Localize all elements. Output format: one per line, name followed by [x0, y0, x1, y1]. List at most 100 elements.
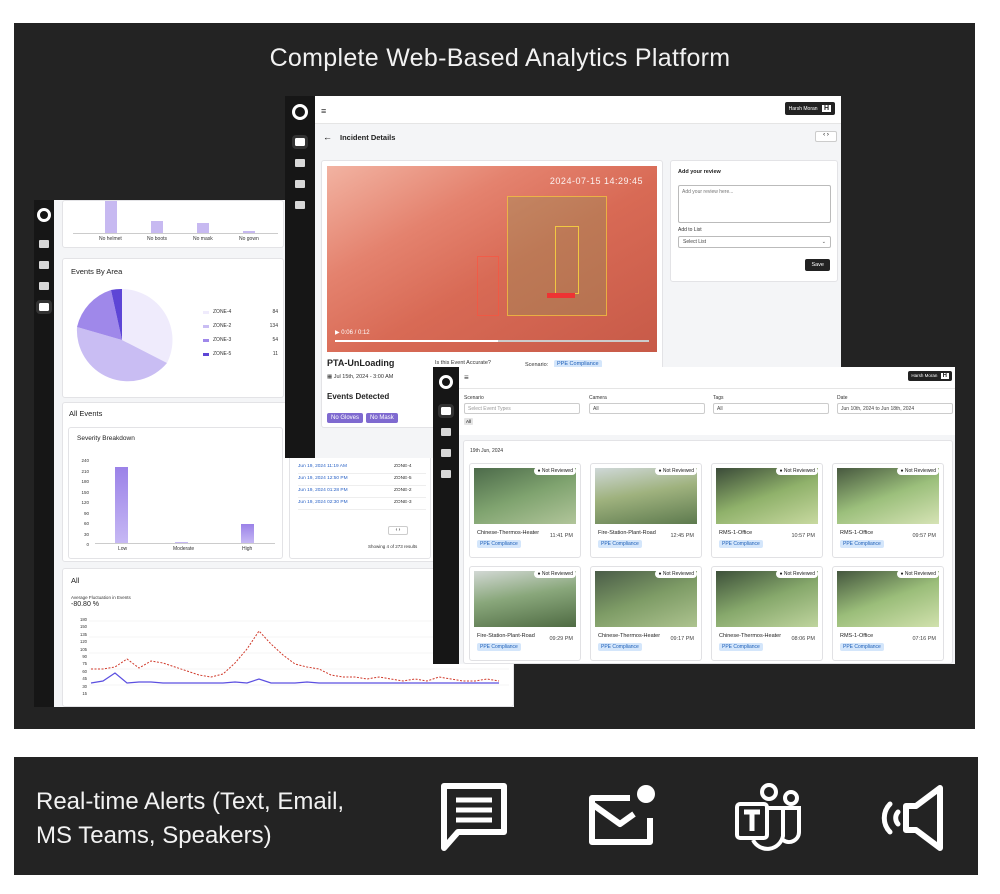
- y-tick-label: 0: [86, 542, 89, 547]
- review-status-badge: ● Not Reviewed: [655, 467, 697, 475]
- alert-icon[interactable]: [292, 135, 308, 149]
- bar: [151, 221, 163, 233]
- camera-name: RMS-1-Office: [840, 530, 874, 536]
- event-time: 09:57 PM: [912, 533, 936, 539]
- bar-label: No mask: [193, 236, 213, 242]
- camera-snapshot: [716, 571, 818, 627]
- event-tile[interactable]: ● Not Reviewed RMS-1-Office 09:57 PM PPE Co…: [832, 463, 944, 558]
- scenario-chip: PPE Compliance: [840, 540, 884, 548]
- event-link[interactable]: Jun 19, 2024 11:19 AM: [298, 464, 347, 469]
- review-input[interactable]: [678, 185, 831, 223]
- bar: [105, 201, 117, 233]
- avatar: H: [821, 105, 831, 112]
- alerts-description: Real-time Alerts (Text, Email, MS Teams,…: [36, 788, 345, 849]
- review-status-badge: ● Not Reviewed: [776, 570, 818, 578]
- scenario-select[interactable]: Select Event Types: [464, 403, 580, 414]
- user-badge[interactable]: Harsh Moran H: [908, 371, 952, 381]
- analytics-icon[interactable]: [441, 470, 451, 478]
- table-row[interactable]: Jun 19, 2024 02:30 PM ZONE-3: [298, 498, 426, 510]
- camera-icon[interactable]: [39, 261, 49, 269]
- avatar: H: [940, 373, 949, 379]
- event-link[interactable]: Jun 19, 2024 01:28 PM: [298, 488, 348, 493]
- severity-card: Severity Breakdown 240 210 180 150 120 90 60 30…: [68, 427, 283, 559]
- table-row[interactable]: Jun 19, 2024 12:50 PM ZONE-5: [298, 474, 426, 486]
- camera-name: Chinese-Thermos-Heater: [719, 633, 782, 639]
- scenario-chip: PPE Compliance: [719, 540, 763, 548]
- camera-snapshot: [595, 468, 697, 524]
- sidebar: [34, 200, 54, 707]
- video-controls[interactable]: ▶ 0:06 / 0:12: [335, 329, 370, 336]
- speaker-icon: [881, 785, 943, 851]
- globe-icon[interactable]: [295, 180, 305, 188]
- globe-icon[interactable]: [39, 282, 49, 290]
- y-tick-label: 120: [81, 500, 89, 505]
- card-title: Events By Area: [71, 267, 123, 276]
- y-tick-label: 75: [82, 661, 87, 667]
- y-tick-label: 180: [80, 617, 87, 622]
- incident-video[interactable]: 2024-07-15 14:29:45 ▶ 0:06 / 0:12: [327, 166, 657, 352]
- zone-cell: ZONE-5: [394, 476, 412, 481]
- event-time: 07:16 PM: [912, 636, 936, 642]
- menu-icon[interactable]: ≡: [321, 106, 326, 116]
- all-chip[interactable]: All: [464, 418, 474, 425]
- event-link[interactable]: Jun 19, 2024 02:30 PM: [298, 500, 348, 505]
- chevron-down-icon: ⌄: [821, 239, 826, 245]
- review-status-badge: ● Not Reviewed: [534, 570, 576, 578]
- y-tick-label: 135: [80, 631, 87, 637]
- camera-name: Chinese-Thermos-Heater: [477, 530, 540, 536]
- person-detection-box: [555, 226, 579, 294]
- event-link[interactable]: Jun 19, 2024 12:50 PM: [298, 476, 348, 481]
- tags-select[interactable]: All: [713, 403, 829, 414]
- event-tile[interactable]: ● Not Reviewed Chinese-Thermos-Heater 08:0…: [711, 566, 823, 661]
- scenario-chip: PPE Compliance: [719, 643, 763, 651]
- camera-name: Fire-Station-Plant-Road: [477, 633, 535, 639]
- event-time: 12:45 PM: [670, 533, 694, 539]
- table-row[interactable]: Jun 19, 2024 01:28 PM ZONE-2: [298, 486, 426, 498]
- camera-snapshot: [837, 571, 939, 627]
- scenario-chip: PPE Compliance: [477, 643, 521, 651]
- event-time: 11:41 PM: [549, 533, 573, 539]
- camera-snapshot: [837, 468, 939, 524]
- filter-bar: Scenario Select Event Types Camera All T…: [459, 389, 955, 435]
- event-tile[interactable]: ● Not Reviewed RMS-1-Office 10:57 PM PPE Co…: [711, 463, 823, 558]
- zone-cell: ZONE-3: [394, 500, 412, 505]
- zone-cell: ZONE-4: [394, 464, 412, 469]
- analytics-icon[interactable]: [295, 201, 305, 209]
- event-tile[interactable]: ● Not Reviewed Fire-Station-Plant-Road 12:…: [590, 463, 702, 558]
- y-tick-label: 150: [80, 624, 87, 630]
- violations-bar-card: No helmet No boots No mask No gown: [62, 200, 284, 248]
- back-arrow-icon[interactable]: ←: [323, 132, 332, 142]
- bar-high: [241, 524, 254, 543]
- event-tile[interactable]: ● Not Reviewed RMS-1-Office 07:16 PM PPE Co…: [832, 566, 944, 661]
- y-tick-label: 120: [80, 639, 87, 645]
- user-badge[interactable]: Harsh Moran H: [784, 102, 835, 115]
- event-tile[interactable]: ● Not Reviewed Fire-Station-Plant-Road 09:…: [469, 566, 581, 661]
- menu-icon[interactable]: ≡: [464, 373, 469, 382]
- alert-icon[interactable]: [438, 404, 454, 418]
- scenario-chip: PPE Compliance: [598, 540, 642, 548]
- list-select[interactable]: Select List ⌄: [678, 236, 831, 248]
- table-row[interactable]: Jun 19, 2024 11:19 AM ZONE-4: [298, 462, 426, 474]
- globe-icon[interactable]: [441, 449, 451, 457]
- analytics-icon[interactable]: [36, 300, 52, 314]
- events-grid-screenshot: ≡ Harsh Moran H Scenario Select Event Ty…: [433, 367, 955, 664]
- date-select[interactable]: Jun 10th, 2024 to Jun 18th, 2024: [837, 403, 953, 414]
- camera-select[interactable]: All: [589, 403, 705, 414]
- save-button[interactable]: Save: [805, 259, 830, 271]
- event-tile[interactable]: ● Not Reviewed Chinese-Thermos-Heater 11:4…: [469, 463, 581, 558]
- video-progress[interactable]: [335, 340, 649, 342]
- event-time: 10:57 PM: [791, 533, 815, 539]
- camera-icon[interactable]: [295, 159, 305, 167]
- event-tile[interactable]: ● Not Reviewed Chinese-Thermos-Heater 09:1…: [590, 566, 702, 661]
- alert-icon[interactable]: [39, 240, 49, 248]
- review-status-badge: ● Not Reviewed: [534, 467, 576, 475]
- event-time: 08:06 PM: [791, 636, 815, 642]
- prev-next-buttons[interactable]: ‹ ›: [815, 131, 837, 142]
- camera-icon[interactable]: [441, 428, 451, 436]
- y-tick-label: 180: [81, 479, 89, 484]
- logo-icon: [292, 104, 308, 120]
- pagination[interactable]: ‹ ›: [388, 526, 408, 535]
- event-name: PTA-UnLoading: [327, 358, 395, 368]
- scenario-chip: PPE Compliance: [598, 643, 642, 651]
- camera-name: Fire-Station-Plant-Road: [598, 530, 656, 536]
